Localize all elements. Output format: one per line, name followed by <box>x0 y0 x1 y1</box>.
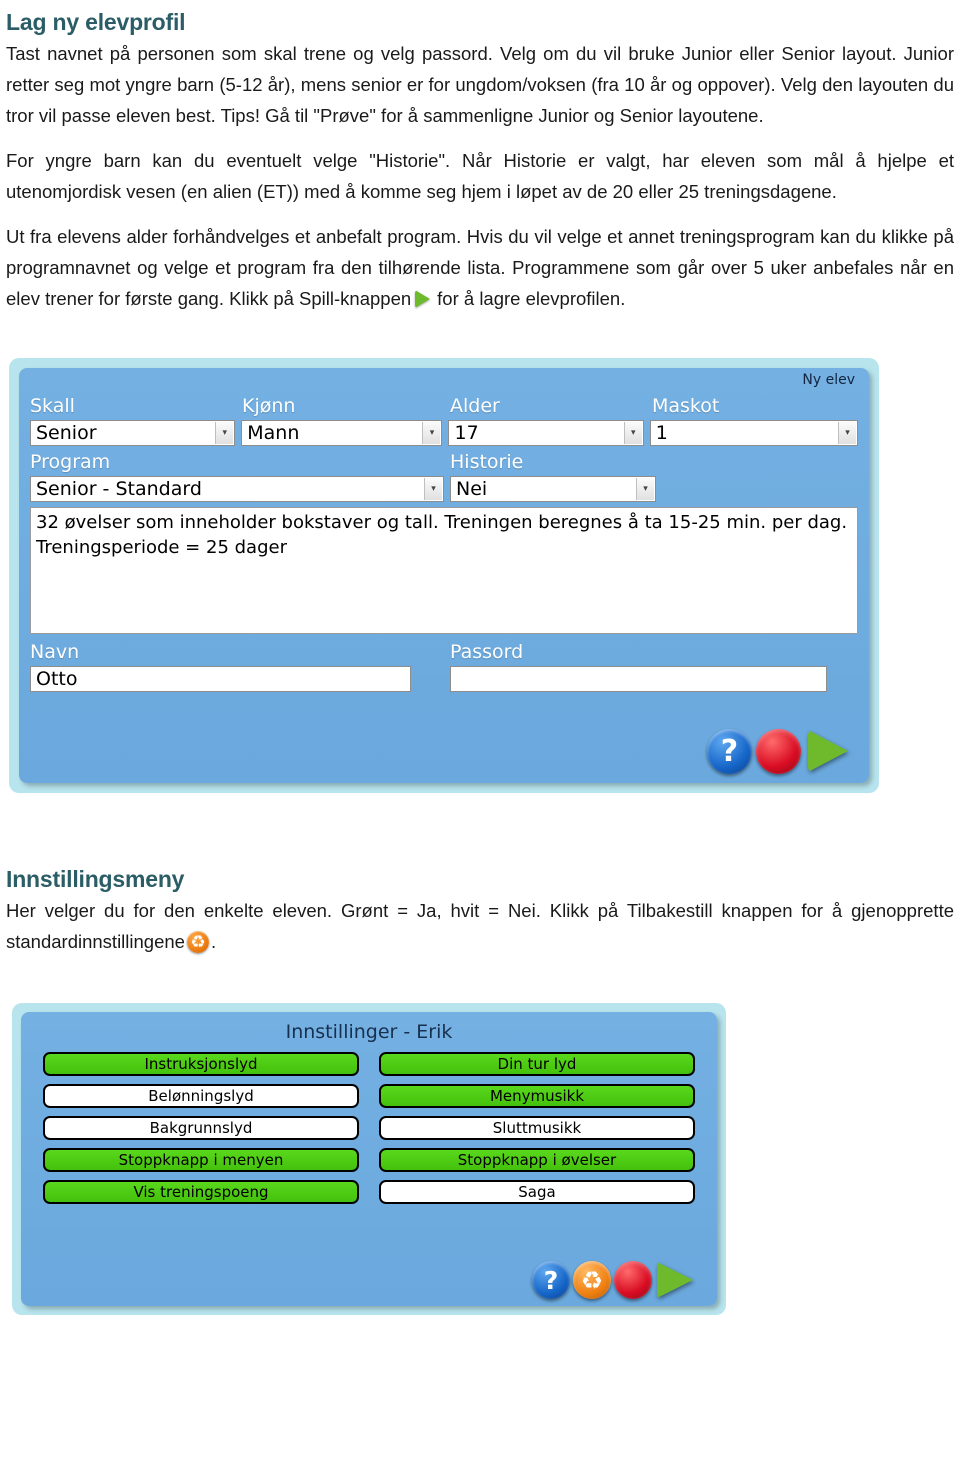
page-title: Lag ny elevprofil <box>6 9 186 35</box>
settings-section-title: Innstillingsmeny <box>6 866 185 892</box>
settings-paragraph-part1: Her velger du for den enkelte eleven. Gr… <box>6 900 954 952</box>
toggle-stoppknapp-i-ovelser[interactable]: Stoppknapp i øvelser <box>379 1148 695 1172</box>
program-description-line1: 32 øvelser som inneholder bokstaver og t… <box>36 512 848 533</box>
document-body: Lag ny elevprofil Tast navnet på persone… <box>0 0 960 1315</box>
chevron-down-icon[interactable]: ▾ <box>215 422 234 444</box>
reset-button[interactable]: ♻ <box>573 1261 611 1299</box>
program-description-line2: Treningsperiode = 25 dager <box>36 537 287 558</box>
alder-label: Alder <box>450 395 500 417</box>
stop-button[interactable] <box>756 729 801 774</box>
passord-input[interactable] <box>450 666 827 692</box>
toggle-menymusikk[interactable]: Menymusikk <box>379 1084 695 1108</box>
toggle-instruksjonslyd[interactable]: Instruksjonslyd <box>43 1052 359 1076</box>
toggle-saga[interactable]: Saga <box>379 1180 695 1204</box>
maskot-select[interactable]: 1 ▾ <box>649 420 858 446</box>
toggle-vis-treningspoeng[interactable]: Vis treningspoeng <box>43 1180 359 1204</box>
toggle-bakgrunnslyd[interactable]: Bakgrunnslyd <box>43 1116 359 1140</box>
toggle-stoppknapp-i-menyen[interactable]: Stoppknapp i menyen <box>43 1148 359 1172</box>
chevron-down-icon[interactable]: ▾ <box>422 422 441 444</box>
maskot-label: Maskot <box>652 395 720 417</box>
alder-select[interactable]: 17 ▾ <box>448 420 644 446</box>
program-description: 32 øvelser som inneholder bokstaver og t… <box>30 507 858 634</box>
settings-paragraph-part2: . <box>210 931 217 952</box>
help-button[interactable]: ? <box>707 729 752 774</box>
name-password-labels: Navn Passord <box>30 640 858 664</box>
settings-panel: Innstillinger - Erik Instruksjonslyd Din… <box>21 1012 717 1306</box>
play-button[interactable] <box>805 729 853 774</box>
alder-value: 17 <box>454 422 479 444</box>
historie-paragraph: For yngre barn kan du eventuelt velge "H… <box>6 150 954 202</box>
stop-button[interactable] <box>614 1261 652 1299</box>
settings-paragraph: Her velger du for den enkelte eleven. Gr… <box>6 895 956 957</box>
field-labels-row-2: Program Historie <box>30 450 858 474</box>
chevron-down-icon[interactable]: ▾ <box>838 422 856 444</box>
program-select[interactable]: Senior - Standard ▾ <box>30 476 444 502</box>
profile-action-buttons: ? <box>707 729 853 774</box>
settings-toggle-grid: Instruksjonslyd Din tur lyd Belønningsly… <box>43 1052 695 1204</box>
program-value: Senior - Standard <box>36 478 202 500</box>
historie-select[interactable]: Nei ▾ <box>450 476 656 502</box>
recycle-icon <box>186 931 209 953</box>
kjonn-select[interactable]: Mann ▾ <box>241 420 443 446</box>
intro-paragraph: Tast navnet på personen som skal trene o… <box>6 43 954 126</box>
settings-action-buttons: ? ♻ <box>532 1261 697 1299</box>
skall-select[interactable]: Senior ▾ <box>30 420 236 446</box>
ny-elev-label: Ny elev <box>802 372 855 388</box>
program-paragraph: Ut fra elevens alder forhåndvelges et an… <box>6 221 956 314</box>
navn-input[interactable]: Otto <box>30 666 411 692</box>
settings-menu-screenshot: Innstillinger - Erik Instruksjonslyd Din… <box>12 1003 726 1315</box>
toggle-din-tur-lyd[interactable]: Din tur lyd <box>379 1052 695 1076</box>
toggle-sluttmusikk[interactable]: Sluttmusikk <box>379 1116 695 1140</box>
passord-label: Passord <box>450 641 524 663</box>
historie-label: Historie <box>450 451 524 473</box>
navn-label: Navn <box>30 641 80 663</box>
chevron-down-icon[interactable]: ▾ <box>623 422 642 444</box>
field-labels-row-1: Skall Kjønn Alder Maskot <box>30 394 858 418</box>
skall-label: Skall <box>30 395 75 417</box>
profile-form-screenshot: Ny elev Skall Kjønn Alder Maskot Senior … <box>9 358 879 793</box>
field-inputs-row-1: Senior ▾ Mann ▾ 17 ▾ 1 ▾ <box>30 418 858 446</box>
historie-value: Nei <box>456 478 488 500</box>
program-label: Program <box>30 451 111 473</box>
chevron-down-icon[interactable]: ▾ <box>636 478 654 500</box>
profile-form-panel: Ny elev Skall Kjønn Alder Maskot Senior … <box>19 368 869 783</box>
maskot-value: 1 <box>655 422 668 444</box>
settings-panel-title: Innstillinger - Erik <box>285 1021 453 1043</box>
kjonn-value: Mann <box>247 422 300 444</box>
program-paragraph-part2: for å lagre elevprofilen. <box>437 288 626 309</box>
field-inputs-row-2: Senior - Standard ▾ Nei ▾ <box>30 474 858 502</box>
help-button[interactable]: ? <box>532 1261 570 1299</box>
kjonn-label: Kjønn <box>242 395 296 417</box>
toggle-belonningslyd[interactable]: Belønningslyd <box>43 1084 359 1108</box>
play-button[interactable] <box>655 1261 697 1299</box>
skall-value: Senior <box>36 422 97 444</box>
play-icon <box>414 290 434 308</box>
chevron-down-icon[interactable]: ▾ <box>424 478 442 500</box>
name-password-inputs: Otto <box>30 664 858 692</box>
